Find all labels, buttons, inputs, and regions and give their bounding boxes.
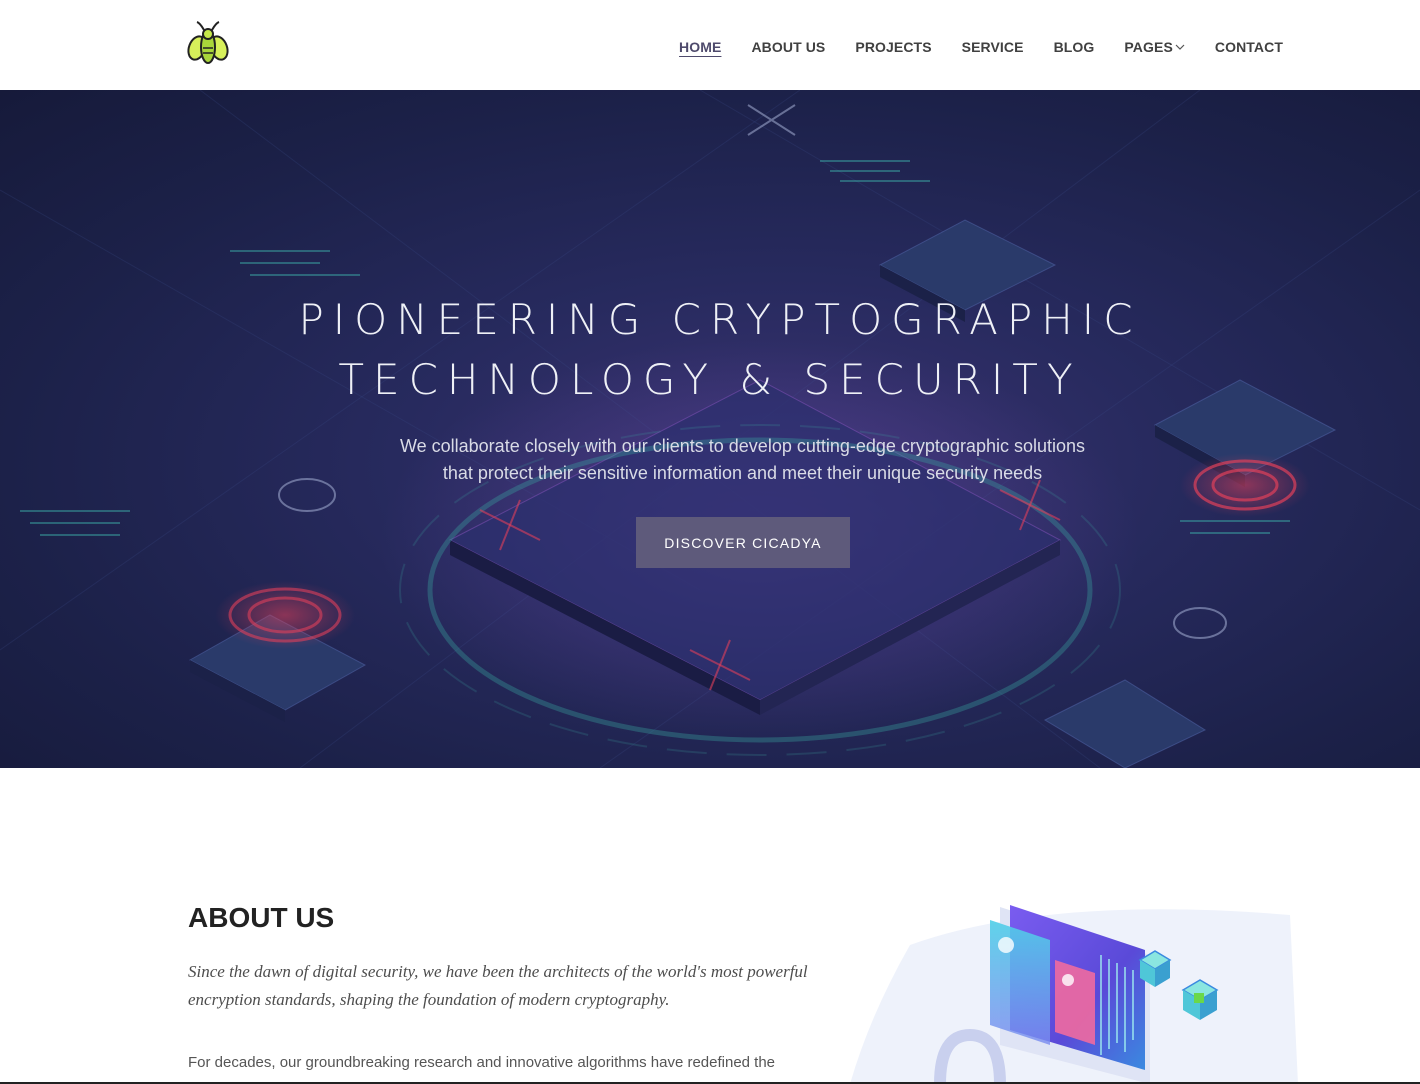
nav-blog[interactable]: BLOG xyxy=(1054,39,1095,55)
about-title: ABOUT US xyxy=(188,902,335,933)
hero-title-line1: PIONEERING CRYPTOGRAPHIC xyxy=(298,295,1142,344)
site-header: HOME ABOUT US PROJECTS SERVICE BLOG PAGE… xyxy=(0,0,1420,90)
hero-background-illustration xyxy=(0,90,1420,768)
nav-service-label: SERVICE xyxy=(961,39,1024,55)
nav-contact-label: CONTACT xyxy=(1214,39,1283,55)
main-nav: HOME ABOUT US PROJECTS SERVICE BLOG PAGE… xyxy=(649,39,1283,55)
nav-blog-label: BLOG xyxy=(1053,39,1095,55)
hero-subtitle-line2: that protect their sensitive information… xyxy=(442,463,1043,483)
chevron-down-icon xyxy=(1175,44,1185,50)
cta-label: DISCOVER CICADYA xyxy=(664,534,822,551)
nav-pages-dropdown[interactable]: PAGES xyxy=(1124,39,1185,55)
discover-cta-button[interactable]: DISCOVER CICADYA xyxy=(636,517,850,568)
nav-pages-label: PAGES xyxy=(1124,39,1173,55)
cicada-logo-icon[interactable] xyxy=(186,20,230,66)
hero-subtitle-line1: We collaborate closely with our clients … xyxy=(399,436,1086,456)
nav-home[interactable]: HOME xyxy=(679,39,721,55)
about-illustration xyxy=(850,895,1300,1084)
nav-about-us[interactable]: ABOUT US xyxy=(751,39,825,55)
nav-projects-label: PROJECTS xyxy=(855,39,932,55)
hero-section: PIONEERING CRYPTOGRAPHIC TECHNOLOGY & SE… xyxy=(0,90,1420,768)
hero-title-line2: TECHNOLOGY & SECURITY xyxy=(338,355,1082,404)
nav-service[interactable]: SERVICE xyxy=(962,39,1024,55)
nav-contact[interactable]: CONTACT xyxy=(1215,39,1283,55)
nav-about-label: ABOUT US xyxy=(751,39,826,55)
nav-projects[interactable]: PROJECTS xyxy=(855,39,931,55)
about-lead-text: Since the dawn of digital security, we h… xyxy=(188,962,808,1009)
about-body-text: For decades, our groundbreaking research… xyxy=(188,1054,776,1071)
nav-home-label: HOME xyxy=(679,39,722,55)
